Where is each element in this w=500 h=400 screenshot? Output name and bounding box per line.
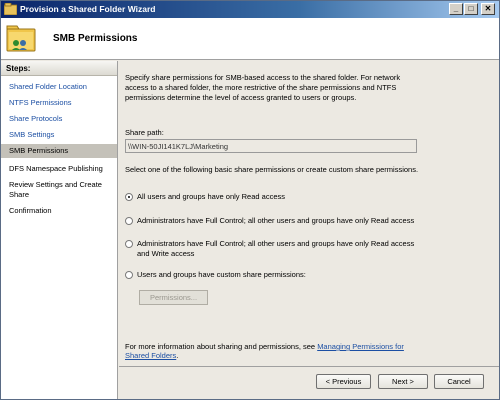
- radio-admin-full-read[interactable]: [125, 217, 133, 225]
- info-suffix: .: [176, 351, 179, 360]
- option-admin-full-read-label[interactable]: Administrators have Full Control; all ot…: [137, 216, 414, 226]
- step-dfs-namespace-publishing: DFS Namespace Publishing: [9, 164, 103, 173]
- step-review-settings: Review Settings and Create Share: [9, 180, 102, 199]
- maximize-button[interactable]: □: [464, 3, 478, 15]
- wizard-app-icon: [4, 3, 17, 15]
- info-prefix: For more information about sharing and p…: [125, 342, 318, 351]
- step-smb-permissions: SMB Permissions: [1, 144, 117, 158]
- option-read-only-label[interactable]: All users and groups have only Read acce…: [137, 192, 285, 202]
- step-smb-settings[interactable]: SMB Settings: [1, 130, 117, 140]
- shared-folder-icon: [6, 25, 36, 52]
- close-button[interactable]: ✕: [481, 3, 495, 15]
- window-title: Provision a Shared Folder Wizard: [20, 4, 156, 14]
- radio-admin-full-read-write[interactable]: [125, 240, 133, 248]
- instructions-text: Select one of the following basic share …: [125, 165, 419, 174]
- step-ntfs-permissions[interactable]: NTFS Permissions: [1, 98, 117, 108]
- next-button[interactable]: Next >: [378, 374, 428, 389]
- title-bar[interactable]: Provision a Shared Folder Wizard _ □ ✕: [1, 1, 499, 18]
- footer-divider: [119, 366, 499, 367]
- permissions-button[interactable]: Permissions...: [139, 290, 208, 305]
- info-text: For more information about sharing and p…: [125, 342, 425, 360]
- cancel-button[interactable]: Cancel: [434, 374, 484, 389]
- previous-button[interactable]: < Previous: [316, 374, 371, 389]
- step-share-protocols[interactable]: Share Protocols: [1, 114, 117, 124]
- steps-heading: Steps:: [1, 61, 117, 76]
- wizard-window: Provision a Shared Folder Wizard _ □ ✕ S…: [0, 0, 500, 400]
- steps-panel: Steps: Shared Folder Location NTFS Permi…: [1, 61, 118, 399]
- main-content: Specify share permissions for SMB-based …: [119, 61, 499, 366]
- option-custom-label[interactable]: Users and groups have custom share permi…: [137, 270, 306, 280]
- step-confirmation: Confirmation: [9, 206, 52, 215]
- minimize-button[interactable]: _: [449, 3, 463, 15]
- radio-custom[interactable]: [125, 271, 133, 279]
- share-path-label: Share path:: [125, 128, 164, 137]
- description-text: Specify share permissions for SMB-based …: [125, 73, 401, 102]
- step-shared-folder-location[interactable]: Shared Folder Location: [1, 82, 117, 92]
- page-title: SMB Permissions: [53, 33, 138, 44]
- option-admin-full-read-write-label[interactable]: Administrators have Full Control; all ot…: [137, 239, 427, 259]
- radio-read-only[interactable]: [125, 193, 133, 201]
- share-path-field[interactable]: \\WIN-50JI141K7LJ\Marketing: [125, 139, 417, 153]
- wizard-header: SMB Permissions: [1, 18, 499, 60]
